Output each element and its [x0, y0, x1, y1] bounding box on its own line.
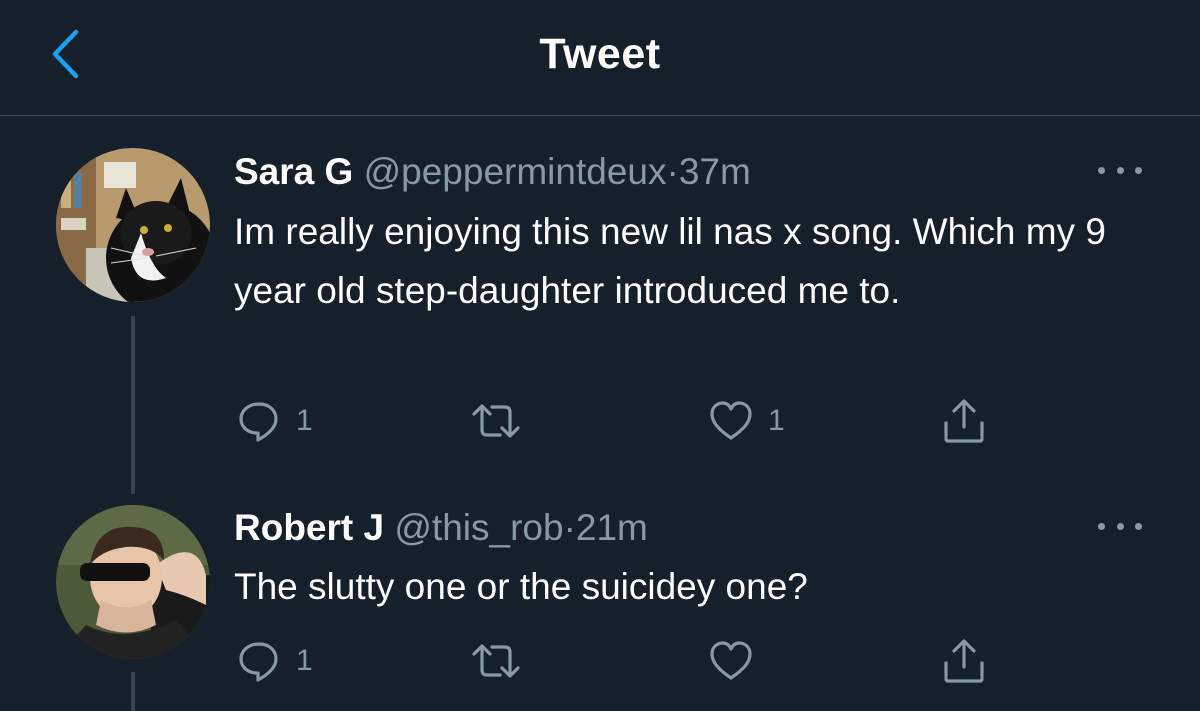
more-dot	[1098, 166, 1105, 174]
like-button[interactable]	[708, 636, 768, 686]
author-name[interactable]: Sara G	[234, 151, 353, 192]
author-name[interactable]: Robert J	[234, 507, 384, 548]
more-dot	[1116, 166, 1124, 174]
tweet-time[interactable]: 21m	[576, 507, 648, 548]
retweet-icon	[472, 404, 520, 438]
cat-avatar-image	[56, 148, 210, 302]
like-button[interactable]: 1	[708, 396, 785, 446]
more-dot	[1135, 166, 1142, 174]
meta-separator: ·	[666, 151, 679, 192]
heart-icon	[710, 401, 752, 440]
tweet-actions: 1 1	[0, 396, 1200, 446]
more-dot	[1098, 522, 1105, 530]
avatar[interactable]	[56, 148, 210, 302]
share-icon	[944, 399, 984, 443]
reply-button[interactable]: 1	[236, 636, 313, 686]
tweet-meta: Robert J @this_rob·21m	[234, 506, 648, 550]
share-button[interactable]	[940, 636, 988, 686]
retweet-button[interactable]	[470, 396, 536, 446]
like-count: 1	[768, 404, 785, 437]
reply-icon	[239, 402, 278, 442]
tweet-actions: 1	[0, 636, 1200, 686]
meta-separator: ·	[563, 507, 576, 548]
share-icon	[944, 639, 984, 683]
more-options-button[interactable]	[1098, 160, 1142, 180]
heart-icon	[710, 641, 752, 680]
author-handle[interactable]: @peppermintdeux	[364, 151, 667, 192]
reply-icon	[239, 642, 278, 682]
tweet-text: The slutty one or the suicidey one?	[234, 566, 808, 607]
reply-count: 1	[296, 644, 313, 677]
top-bar: Tweet	[0, 0, 1200, 116]
tweet-meta: Sara G @peppermintdeux·37m	[234, 150, 751, 194]
tweet-time[interactable]: 37m	[679, 151, 751, 192]
reply-count: 1	[296, 404, 313, 437]
share-button[interactable]	[940, 396, 988, 446]
retweet-button[interactable]	[470, 636, 536, 686]
reply-button[interactable]: 1	[236, 396, 313, 446]
more-dot	[1135, 522, 1142, 530]
author-handle[interactable]: @this_rob	[394, 507, 563, 548]
more-dot	[1116, 522, 1124, 530]
page-title: Tweet	[539, 30, 661, 78]
more-options-button[interactable]	[1098, 516, 1142, 536]
retweet-icon	[472, 644, 520, 678]
tweet-text: Im really enjoying this new lil nas x so…	[234, 211, 1106, 311]
